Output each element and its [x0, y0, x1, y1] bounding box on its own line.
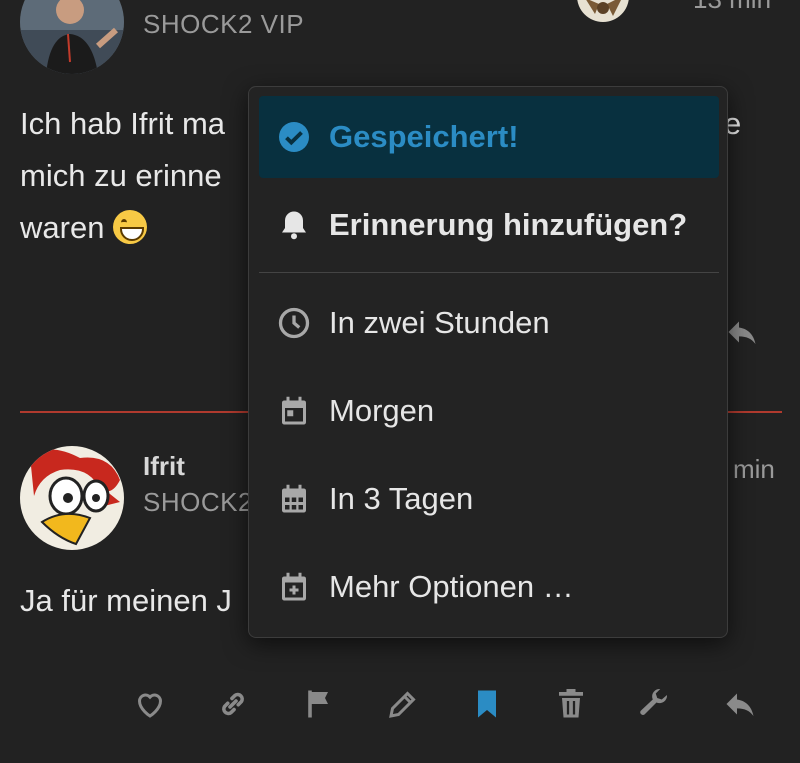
grin-emoji-icon [113, 210, 148, 244]
check-circle-icon [259, 119, 329, 155]
menu-item-two-hours[interactable]: In zwei Stunden [259, 282, 719, 364]
calendar-day-icon [259, 393, 329, 429]
user-title: SHOCK2 [143, 487, 253, 517]
menu-item-tomorrow[interactable]: Morgen [259, 370, 719, 452]
bookmark-button[interactable] [465, 682, 509, 726]
edit-button[interactable] [381, 682, 425, 726]
reply-button[interactable] [718, 682, 762, 726]
username[interactable]: Ifrit [143, 451, 185, 482]
menu-item-saved[interactable]: Gespeichert! [259, 96, 719, 178]
menu-separator [259, 272, 719, 273]
copy-link-button[interactable] [211, 682, 255, 726]
user-avatar[interactable] [20, 0, 124, 74]
reply-to-avatar[interactable] [577, 0, 629, 22]
post-text-line: Ja für meinen J [20, 583, 232, 618]
menu-item-more-options[interactable]: Mehr Optionen … [259, 546, 719, 628]
admin-wrench-button[interactable] [633, 682, 677, 726]
bookmark-reminder-menu: Gespeichert! Erinnerung hinzufügen? In z… [248, 86, 728, 638]
menu-item-label: Morgen [329, 393, 435, 428]
calendar-plus-icon [259, 569, 329, 605]
user-title: SHOCK2 VIP [143, 9, 305, 39]
delete-button[interactable] [549, 682, 593, 726]
user-avatar[interactable] [20, 446, 124, 550]
reply-to-icon [536, 0, 562, 8]
menu-item-label: Mehr Optionen … [329, 569, 574, 604]
flag-button[interactable] [297, 682, 341, 726]
menu-item-three-days[interactable]: In 3 Tagen [259, 458, 719, 540]
post-timestamp: 13 min [693, 0, 771, 15]
calendar-week-icon [259, 481, 329, 517]
post-timestamp: min [733, 454, 775, 484]
like-button[interactable] [128, 682, 172, 726]
post-text-line: Ich hab Ifrit ma [20, 106, 226, 141]
menu-item-label: Erinnerung hinzufügen? [329, 207, 688, 242]
menu-item-label: Gespeichert! [329, 119, 519, 154]
menu-item-add-reminder[interactable]: Erinnerung hinzufügen? [259, 184, 719, 266]
menu-item-label: In zwei Stunden [329, 305, 550, 340]
clock-icon [259, 305, 329, 341]
bell-icon [259, 207, 329, 243]
post-text-line: waren [20, 210, 105, 245]
menu-item-label: In 3 Tagen [329, 481, 474, 516]
